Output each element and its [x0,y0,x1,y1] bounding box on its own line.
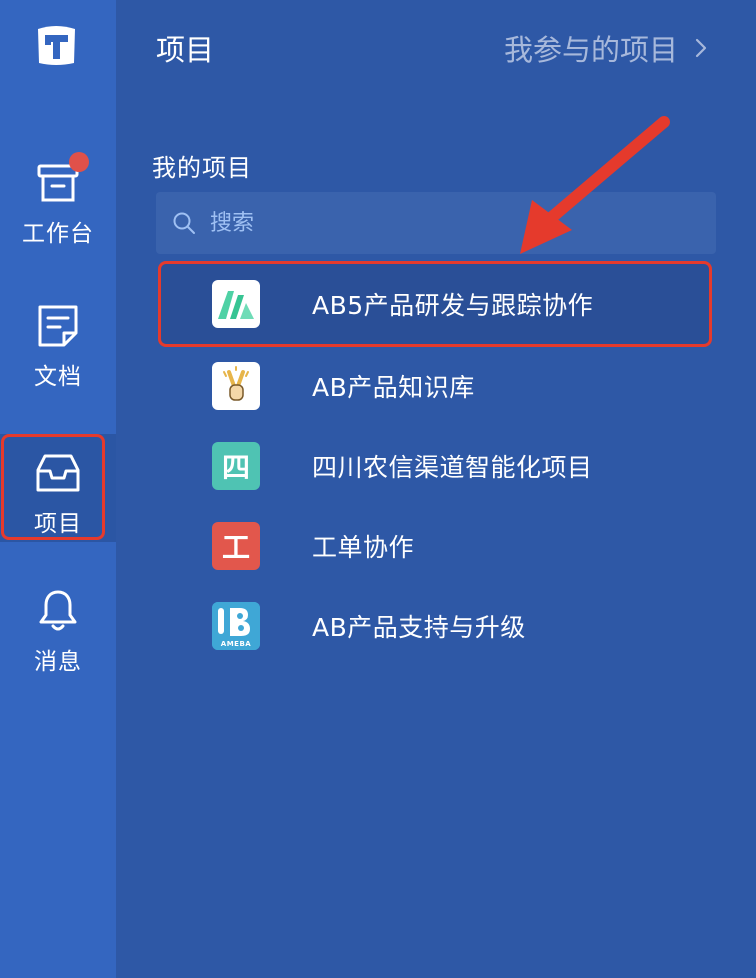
nav-item-workbench[interactable]: 工作台 [0,160,116,268]
nav-label-messages: 消息 [34,649,82,675]
nav-item-docs[interactable]: 文档 [0,303,116,411]
project-search-box[interactable] [156,192,716,254]
project-name: AB5产品研发与跟踪协作 [312,291,594,320]
search-icon [173,212,195,234]
ameba-logo-text: AMEBA [220,640,252,648]
nav-label-docs: 文档 [34,364,82,390]
project-initial-icon: 四 [212,442,260,490]
nav-label-workbench: 工作台 [22,221,94,247]
project-name: 工单协作 [312,533,415,562]
joined-projects-link[interactable]: 我参与的项目 [504,27,708,69]
active-nav-highlight-box [1,434,105,540]
search-input[interactable] [208,209,692,237]
project-item-ab5[interactable]: AB5产品研发与跟踪协作 [158,261,712,347]
document-icon [38,305,78,347]
project-item-sichuan[interactable]: 四 四川农信渠道智能化项目 [158,426,712,506]
project-name: AB产品支持与升级 [312,613,526,642]
bell-icon [39,590,77,631]
joined-projects-label: 我参与的项目 [503,33,678,67]
project-initial-icon: 工 [212,522,260,570]
page-title: 项目 [156,33,215,67]
project-item-support[interactable]: AMEBA AB产品支持与升级 [158,586,712,666]
project-item-knowledge-base[interactable]: AB产品知识库 [158,346,712,426]
notification-badge-dot [69,152,89,172]
ameba-logo-icon: AMEBA [212,602,260,650]
m-logo-icon [212,280,260,328]
victory-hand-icon [212,362,260,410]
left-nav-rail: 工作台 文档 项目 消息 [0,0,116,978]
my-projects-heading: 我的项目 [152,154,252,182]
nav-item-messages[interactable]: 消息 [0,588,116,696]
app-logo-icon[interactable] [34,23,79,68]
project-name: AB产品知识库 [312,373,475,402]
project-name: 四川农信渠道智能化项目 [312,453,593,482]
chevron-right-icon [695,38,707,58]
project-item-ticket[interactable]: 工 工单协作 [158,506,712,586]
